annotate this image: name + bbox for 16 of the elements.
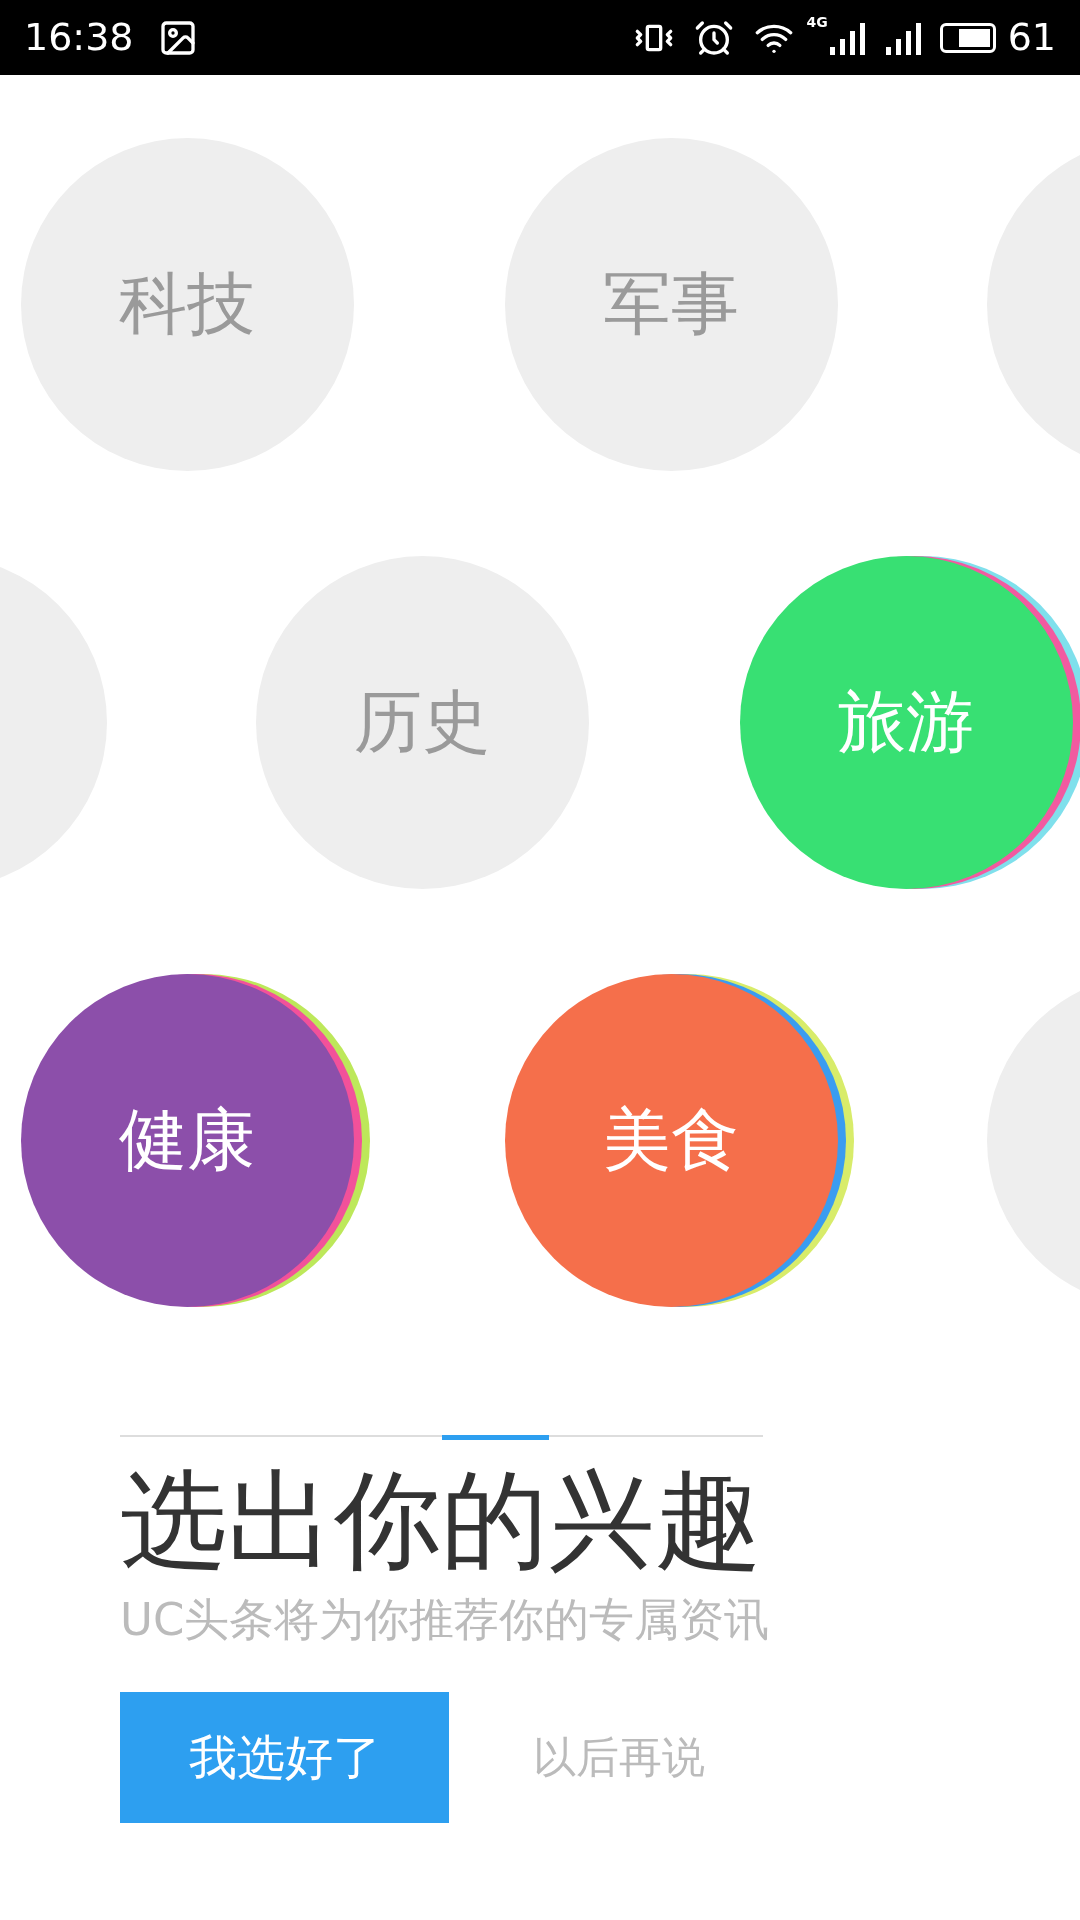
subtitle: UC头条将为你推荐你的专属资讯 <box>120 1592 771 1648</box>
signal-icon <box>827 20 868 55</box>
topic-bubble[interactable]: 健康 <box>20 973 354 1307</box>
topic-bubble[interactable]: 历史 <box>255 555 589 889</box>
signal-icon <box>883 20 924 55</box>
clock: 16:38 <box>24 14 134 61</box>
topic-bubble[interactable]: 美食 <box>504 973 838 1307</box>
later-button[interactable]: 以后再说 <box>533 1724 705 1790</box>
confirm-button[interactable]: 我选好了 <box>120 1691 449 1823</box>
battery-icon <box>939 22 996 53</box>
battery-level: 61 <box>1007 14 1056 61</box>
page-title: 选出你的兴趣 <box>120 1458 763 1582</box>
topic-bubble[interactable]: 旅游 <box>739 555 1073 889</box>
topic-bubble[interactable]: 科技 <box>20 137 354 471</box>
topic-bubble[interactable]: 军事 <box>504 137 838 471</box>
network-label: 4G <box>806 13 828 32</box>
